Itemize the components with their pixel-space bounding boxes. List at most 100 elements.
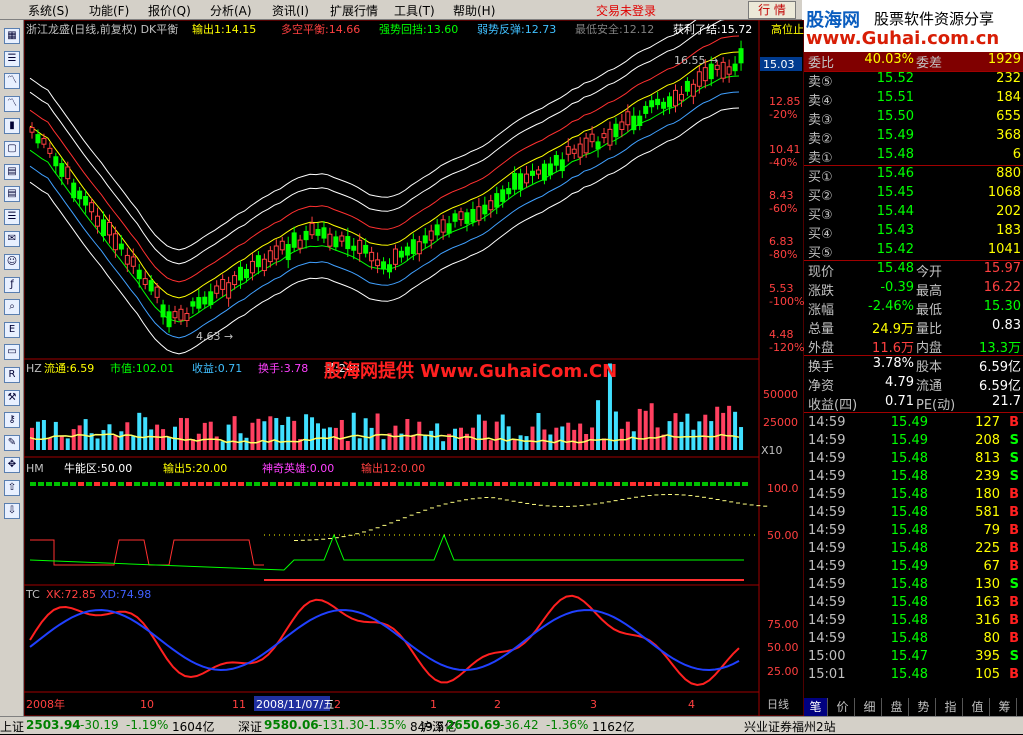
menu-item[interactable]: 扩展行情 — [330, 2, 378, 19]
brand-banner: 股海网 股票软件资源分享 www.Guhai.com.cn — [802, 0, 1023, 52]
hm-dot — [695, 495, 700, 497]
left-toolbar: ▦ ☰ 〽〽 ▮ ▢ ▤ ▤ ☰ ✉ ☺ ƒ ⌕ E ▭ R ⚒ ⚷ ✎ ✥ ⇧ ⇩ — [0, 20, 24, 716]
index-name[interactable]: 沪深 — [420, 718, 444, 735]
monitor-icon[interactable]: ▭ — [4, 344, 20, 361]
menu-item[interactable]: 功能(F) — [89, 2, 129, 19]
key-icon[interactable]: ⚷ — [4, 412, 20, 429]
candle-body — [47, 147, 53, 154]
y-tick-price: 10.41 — [769, 143, 801, 156]
tick-volume: 225 — [975, 541, 1000, 556]
quote-tab[interactable]: 细 — [858, 698, 882, 716]
mail-icon[interactable]: ✉ — [4, 231, 20, 248]
chart-icon[interactable]: 〽 — [4, 73, 20, 90]
candle-body — [440, 219, 446, 233]
chart-area[interactable]: 浙江龙盛(日线,前复权) DK平衡 输出1:14.15 多空平衡:14.66 强势回挡… — [24, 20, 804, 716]
divider — [804, 412, 1023, 413]
hm-strip-cell — [134, 482, 140, 486]
hm-strip-cell — [182, 482, 188, 486]
volume-bar — [184, 418, 189, 450]
people-icon[interactable]: ☺ — [4, 254, 20, 270]
quote-label: 净资 — [808, 379, 835, 394]
quote-value: 0.71 — [885, 394, 914, 409]
window-icon[interactable]: ▢ — [4, 141, 20, 157]
candle-body — [649, 100, 655, 108]
volume-bar — [310, 417, 315, 450]
hm-dot — [423, 509, 428, 511]
chart-icon[interactable]: 〽 — [4, 95, 20, 112]
tick-row: 14:59 15.48 316 B — [804, 613, 1023, 631]
quote-tab[interactable]: 笔 — [804, 698, 828, 716]
candle-body — [553, 154, 559, 166]
candle-body — [643, 105, 649, 114]
quote-tab[interactable]: 势 — [912, 698, 936, 716]
pencil-icon[interactable]: ✎ — [4, 434, 20, 451]
hm-strip-cell — [702, 482, 708, 486]
list-icon[interactable]: ☰ — [4, 50, 20, 67]
bid-row: 买② 15.45 1068 — [804, 185, 1023, 204]
quote-tab[interactable]: 筹 — [993, 698, 1017, 716]
volume-bar — [137, 412, 142, 450]
fx-icon[interactable]: ƒ — [4, 276, 20, 293]
tick-row: 14:59 15.48 80 B — [804, 631, 1023, 649]
quote-tab[interactable]: 盘 — [885, 698, 909, 716]
index-name[interactable]: 上证 — [0, 718, 24, 735]
move-icon[interactable]: ✥ — [4, 457, 20, 474]
candle-icon[interactable]: ▮ — [4, 118, 20, 135]
grid-icon[interactable]: ▦ — [4, 28, 20, 44]
hm-strip-cell — [550, 482, 556, 486]
quote-tab[interactable]: 价 — [831, 698, 855, 716]
up-arrow-icon[interactable]: ⇧ — [4, 480, 20, 496]
candle-body — [321, 227, 327, 239]
hm-strip-cell — [454, 482, 460, 486]
date-label: 2008/11/07/五 — [256, 698, 334, 711]
tools-icon[interactable]: ⚒ — [4, 389, 20, 406]
elf-icon[interactable]: E — [4, 321, 20, 338]
quote-label: 股本 — [916, 360, 943, 375]
period-label[interactable]: 日线 — [767, 697, 789, 711]
menu-item[interactable]: 帮助(H) — [453, 2, 495, 19]
tick-direction: S — [1009, 451, 1019, 466]
volume-bar — [77, 425, 82, 450]
table-icon[interactable]: ▤ — [4, 163, 20, 180]
hm-strip-cell — [302, 482, 308, 486]
hm-strip-cell — [158, 482, 164, 486]
menu-item[interactable]: 资讯(I) — [272, 2, 309, 19]
tick-volume: 127 — [975, 415, 1000, 430]
hm-strip-cell — [478, 482, 484, 486]
index-name[interactable]: 深证 — [238, 718, 262, 735]
hm-dot — [736, 502, 740, 504]
y-tick-pct: -60% — [769, 202, 797, 215]
trade-status[interactable]: 交易未登录 — [596, 2, 656, 19]
hm-dot — [566, 505, 570, 507]
volume-bar — [65, 438, 70, 450]
hm-dot — [600, 502, 604, 504]
hm-strip-cell — [510, 482, 516, 486]
y-tick-price: 12.85 — [769, 95, 801, 108]
tick-price: 15.49 — [890, 415, 928, 430]
candle-body — [673, 89, 678, 107]
volume-bar — [572, 429, 577, 450]
date-label: 2 — [334, 698, 341, 711]
menu-item[interactable]: 工具(T) — [394, 2, 435, 19]
rsi-icon[interactable]: R — [4, 367, 20, 383]
quote-label: 换手 — [808, 360, 835, 375]
candle-body — [89, 202, 95, 213]
hm-strip-cell — [374, 482, 380, 486]
list-icon[interactable]: ☰ — [4, 208, 20, 225]
tick-direction: S — [1009, 577, 1019, 592]
order-label: 卖② — [808, 132, 833, 147]
menu-item[interactable]: 系统(S) — [28, 2, 69, 19]
index-percent: -1.36% — [546, 718, 589, 732]
down-arrow-icon[interactable]: ⇩ — [4, 502, 20, 519]
candle-body — [327, 233, 333, 247]
hm-dot — [341, 536, 346, 538]
table-icon[interactable]: ▤ — [4, 186, 20, 203]
menu-item[interactable]: 报价(Q) — [148, 2, 191, 19]
search-icon[interactable]: ⌕ — [4, 299, 20, 316]
indicator-value: 多空平衡:14.66 — [281, 22, 360, 36]
quote-value: 1929 — [987, 52, 1021, 67]
quote-tab[interactable]: 值 — [966, 698, 990, 716]
quote-button[interactable]: 行 情 — [748, 1, 796, 19]
menu-item[interactable]: 分析(A) — [210, 2, 252, 19]
quote-tab[interactable]: 指 — [939, 698, 963, 716]
